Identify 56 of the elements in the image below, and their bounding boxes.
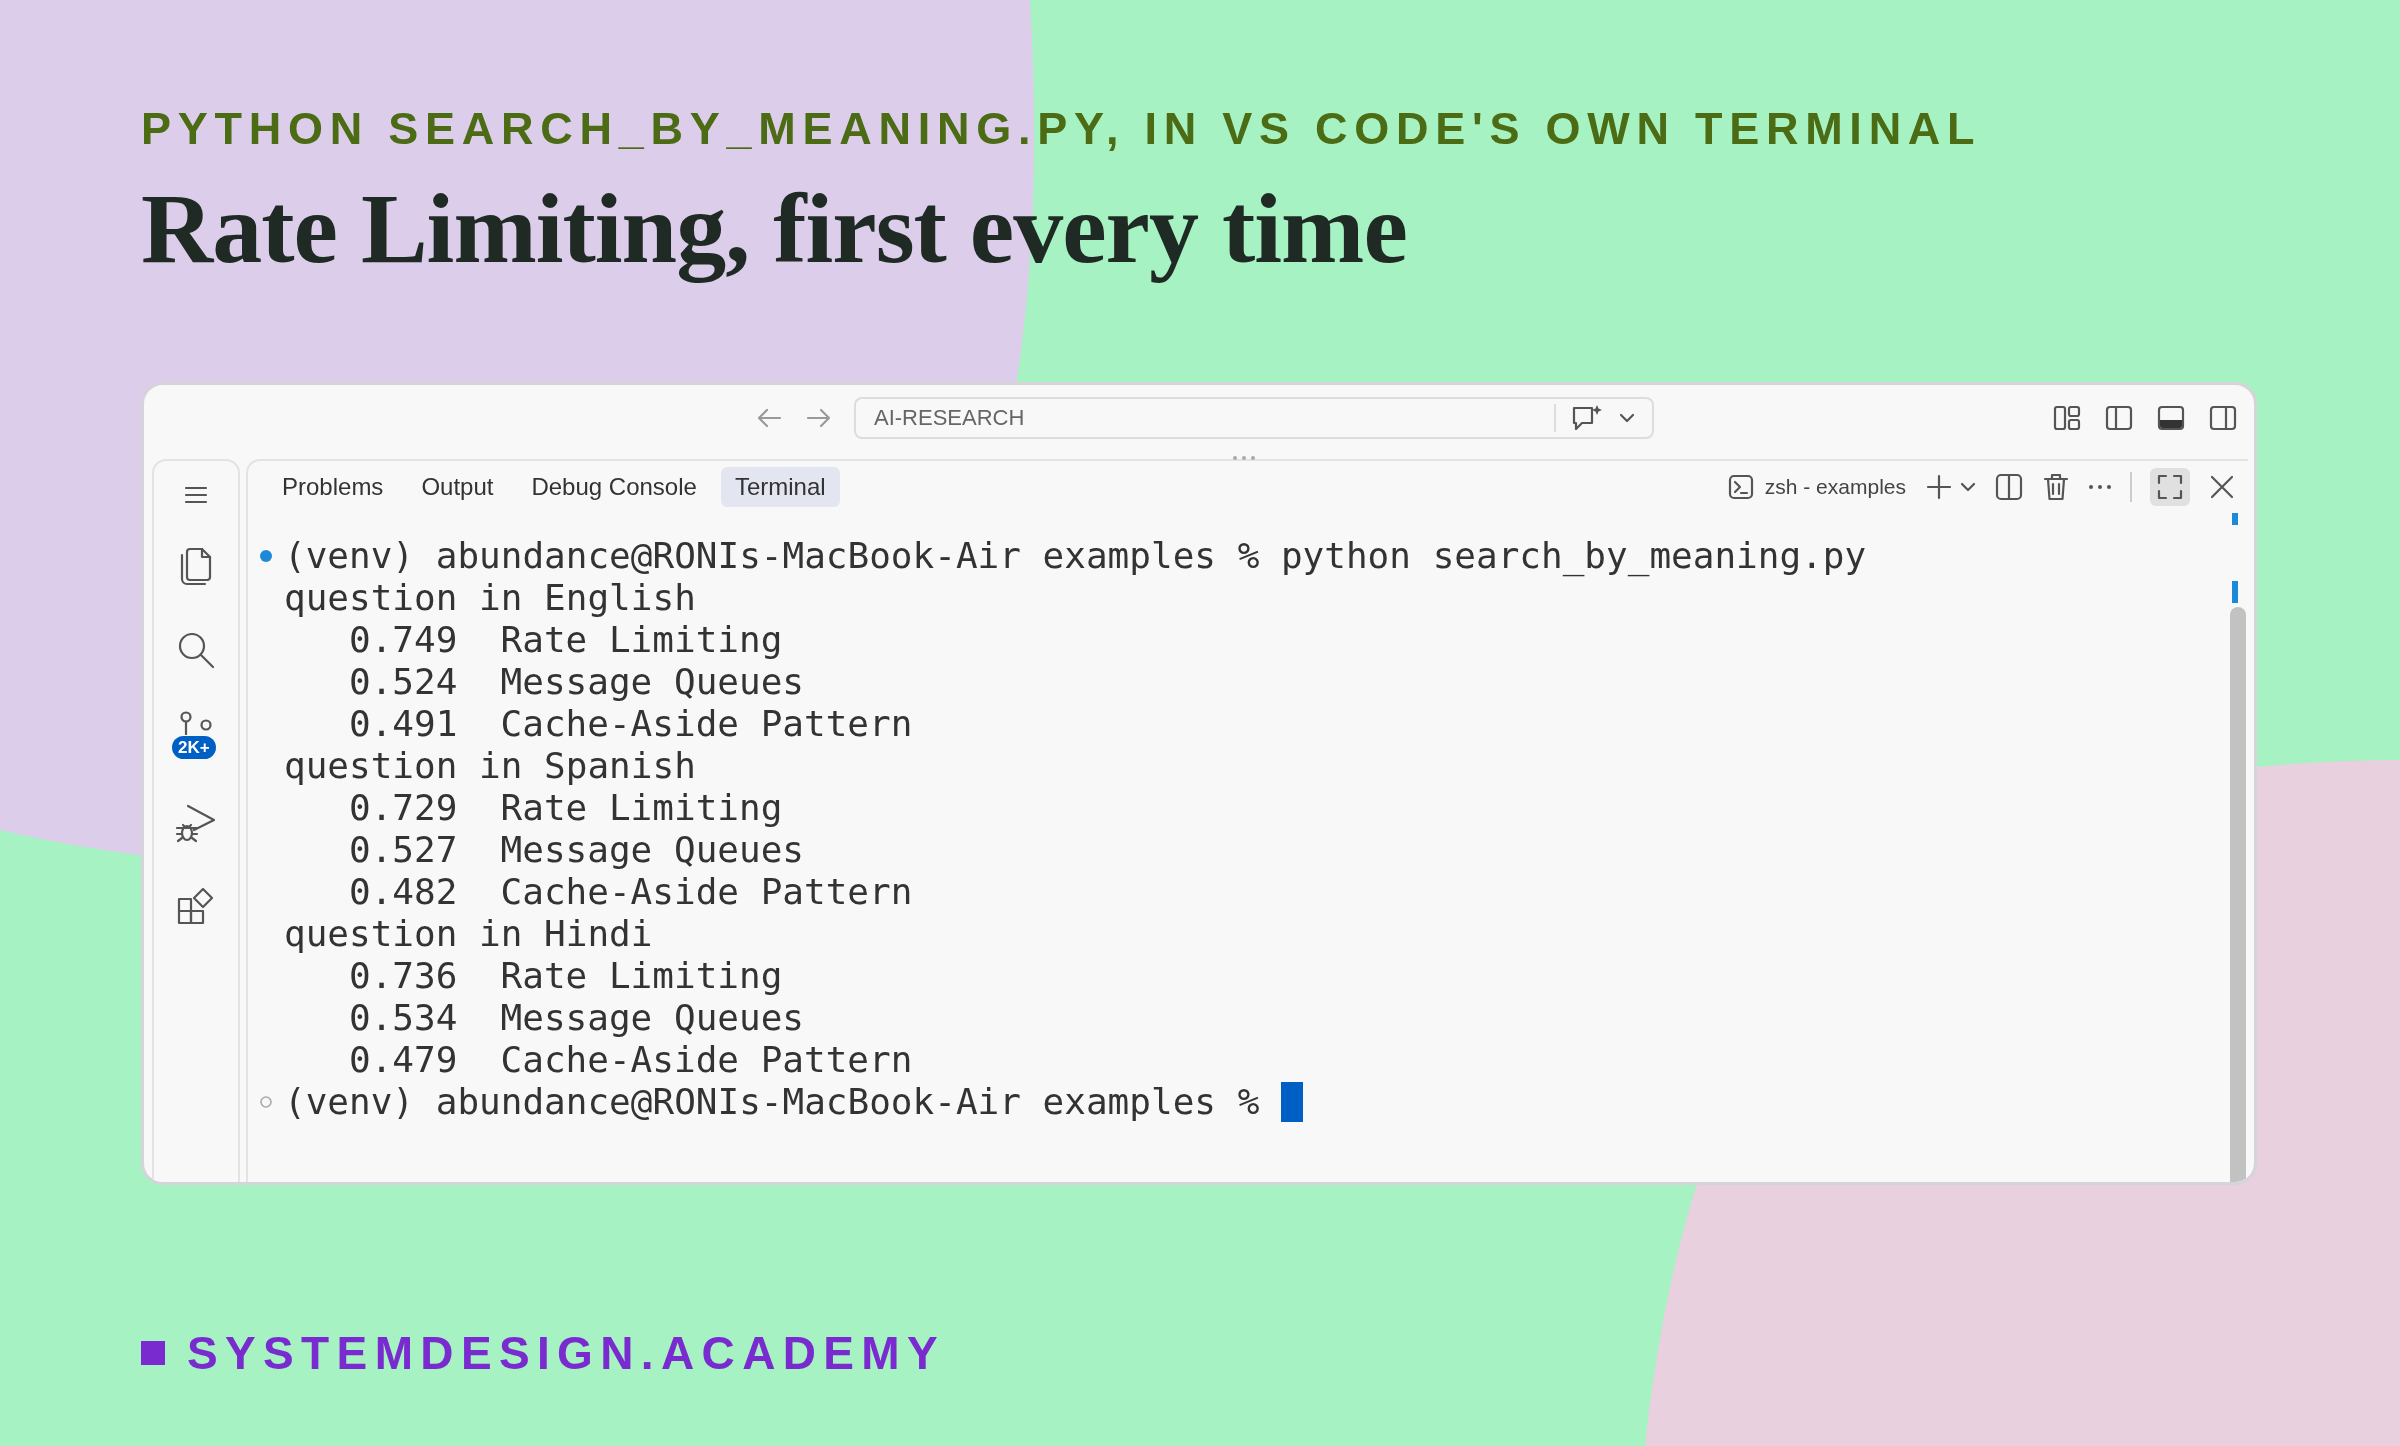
overview-marker bbox=[2232, 581, 2238, 603]
overview-marker bbox=[2232, 513, 2238, 525]
terminal-name: zsh - examples bbox=[1764, 475, 1906, 499]
count-badge: 2K+ bbox=[172, 736, 216, 759]
score-value: 0.534 bbox=[349, 997, 458, 1039]
right-sidebar-icon[interactable] bbox=[2208, 403, 2238, 433]
subtitle: PYTHON SEARCH_BY_MEANING.PY, IN VS CODE'S OWN TERMINAL bbox=[141, 104, 1983, 154]
terminal-icon bbox=[1726, 473, 1755, 501]
menu-icon[interactable] bbox=[183, 485, 209, 505]
result-label: Cache-Aside Pattern bbox=[500, 703, 913, 745]
panel-tab[interactable]: Debug Console bbox=[517, 467, 711, 507]
score-value: 0.491 bbox=[349, 703, 458, 745]
result-label: Cache-Aside Pattern bbox=[500, 1039, 913, 1081]
split-icon[interactable] bbox=[1994, 472, 2024, 502]
result-label: Message Queues bbox=[500, 829, 804, 871]
result-label: Rate Limiting bbox=[500, 787, 783, 829]
panel-tab[interactable]: Problems bbox=[268, 467, 398, 507]
terminal-prompt: (venv) abundance@RONIs-MacBook-Air examples % bbox=[284, 535, 1260, 577]
chevron-down-icon[interactable] bbox=[1960, 482, 1976, 492]
command-center[interactable]: AI-RESEARCH bbox=[854, 397, 1654, 439]
headline: Rate Limiting, first every time bbox=[141, 174, 1408, 284]
result-label: Message Queues bbox=[500, 661, 804, 703]
close-icon[interactable] bbox=[2208, 473, 2236, 501]
plus-icon[interactable] bbox=[1924, 472, 1954, 502]
score-value: 0.729 bbox=[349, 787, 458, 829]
panel-tab[interactable]: Output bbox=[407, 467, 508, 507]
chevron-down-icon[interactable] bbox=[1618, 412, 1636, 424]
maximize-button[interactable] bbox=[2150, 468, 2190, 506]
maximize-icon bbox=[2156, 473, 2184, 501]
bottom-panel-icon[interactable] bbox=[2156, 403, 2186, 433]
command-center-label: AI-RESEARCH bbox=[874, 405, 1025, 431]
output-heading: question in Spanish bbox=[284, 745, 696, 787]
terminal-prompt: (venv) abundance@RONIs-MacBook-Air examples % bbox=[284, 1081, 1260, 1123]
score-value: 0.524 bbox=[349, 661, 458, 703]
panel-tab[interactable]: Terminal bbox=[720, 467, 840, 507]
output-heading: question in English bbox=[284, 577, 696, 619]
scrollbar[interactable] bbox=[2230, 607, 2246, 1182]
drag-handle-icon bbox=[1232, 455, 1256, 461]
square-icon bbox=[141, 1341, 165, 1365]
score-value: 0.479 bbox=[349, 1039, 458, 1081]
left-sidebar-icon[interactable] bbox=[2104, 403, 2134, 433]
layout-icon[interactable] bbox=[2052, 403, 2082, 433]
trash-icon[interactable] bbox=[2042, 472, 2070, 502]
more-icon[interactable] bbox=[2088, 483, 2112, 491]
score-value: 0.482 bbox=[349, 871, 458, 913]
score-value: 0.527 bbox=[349, 829, 458, 871]
brand-name: SYSTEMDESIGN.ACADEMY bbox=[187, 1328, 946, 1378]
output-heading: question in Hindi bbox=[284, 913, 653, 955]
result-label: Cache-Aside Pattern bbox=[500, 871, 913, 913]
score-value: 0.749 bbox=[349, 619, 458, 661]
result-label: Message Queues bbox=[500, 997, 804, 1039]
terminal-selector[interactable]: zsh - examples bbox=[1726, 473, 1906, 501]
result-label: Rate Limiting bbox=[500, 619, 783, 661]
result-label: Rate Limiting bbox=[500, 955, 783, 997]
terminal-command: python search_by_meaning.py bbox=[1280, 535, 1867, 577]
score-value: 0.736 bbox=[349, 955, 458, 997]
